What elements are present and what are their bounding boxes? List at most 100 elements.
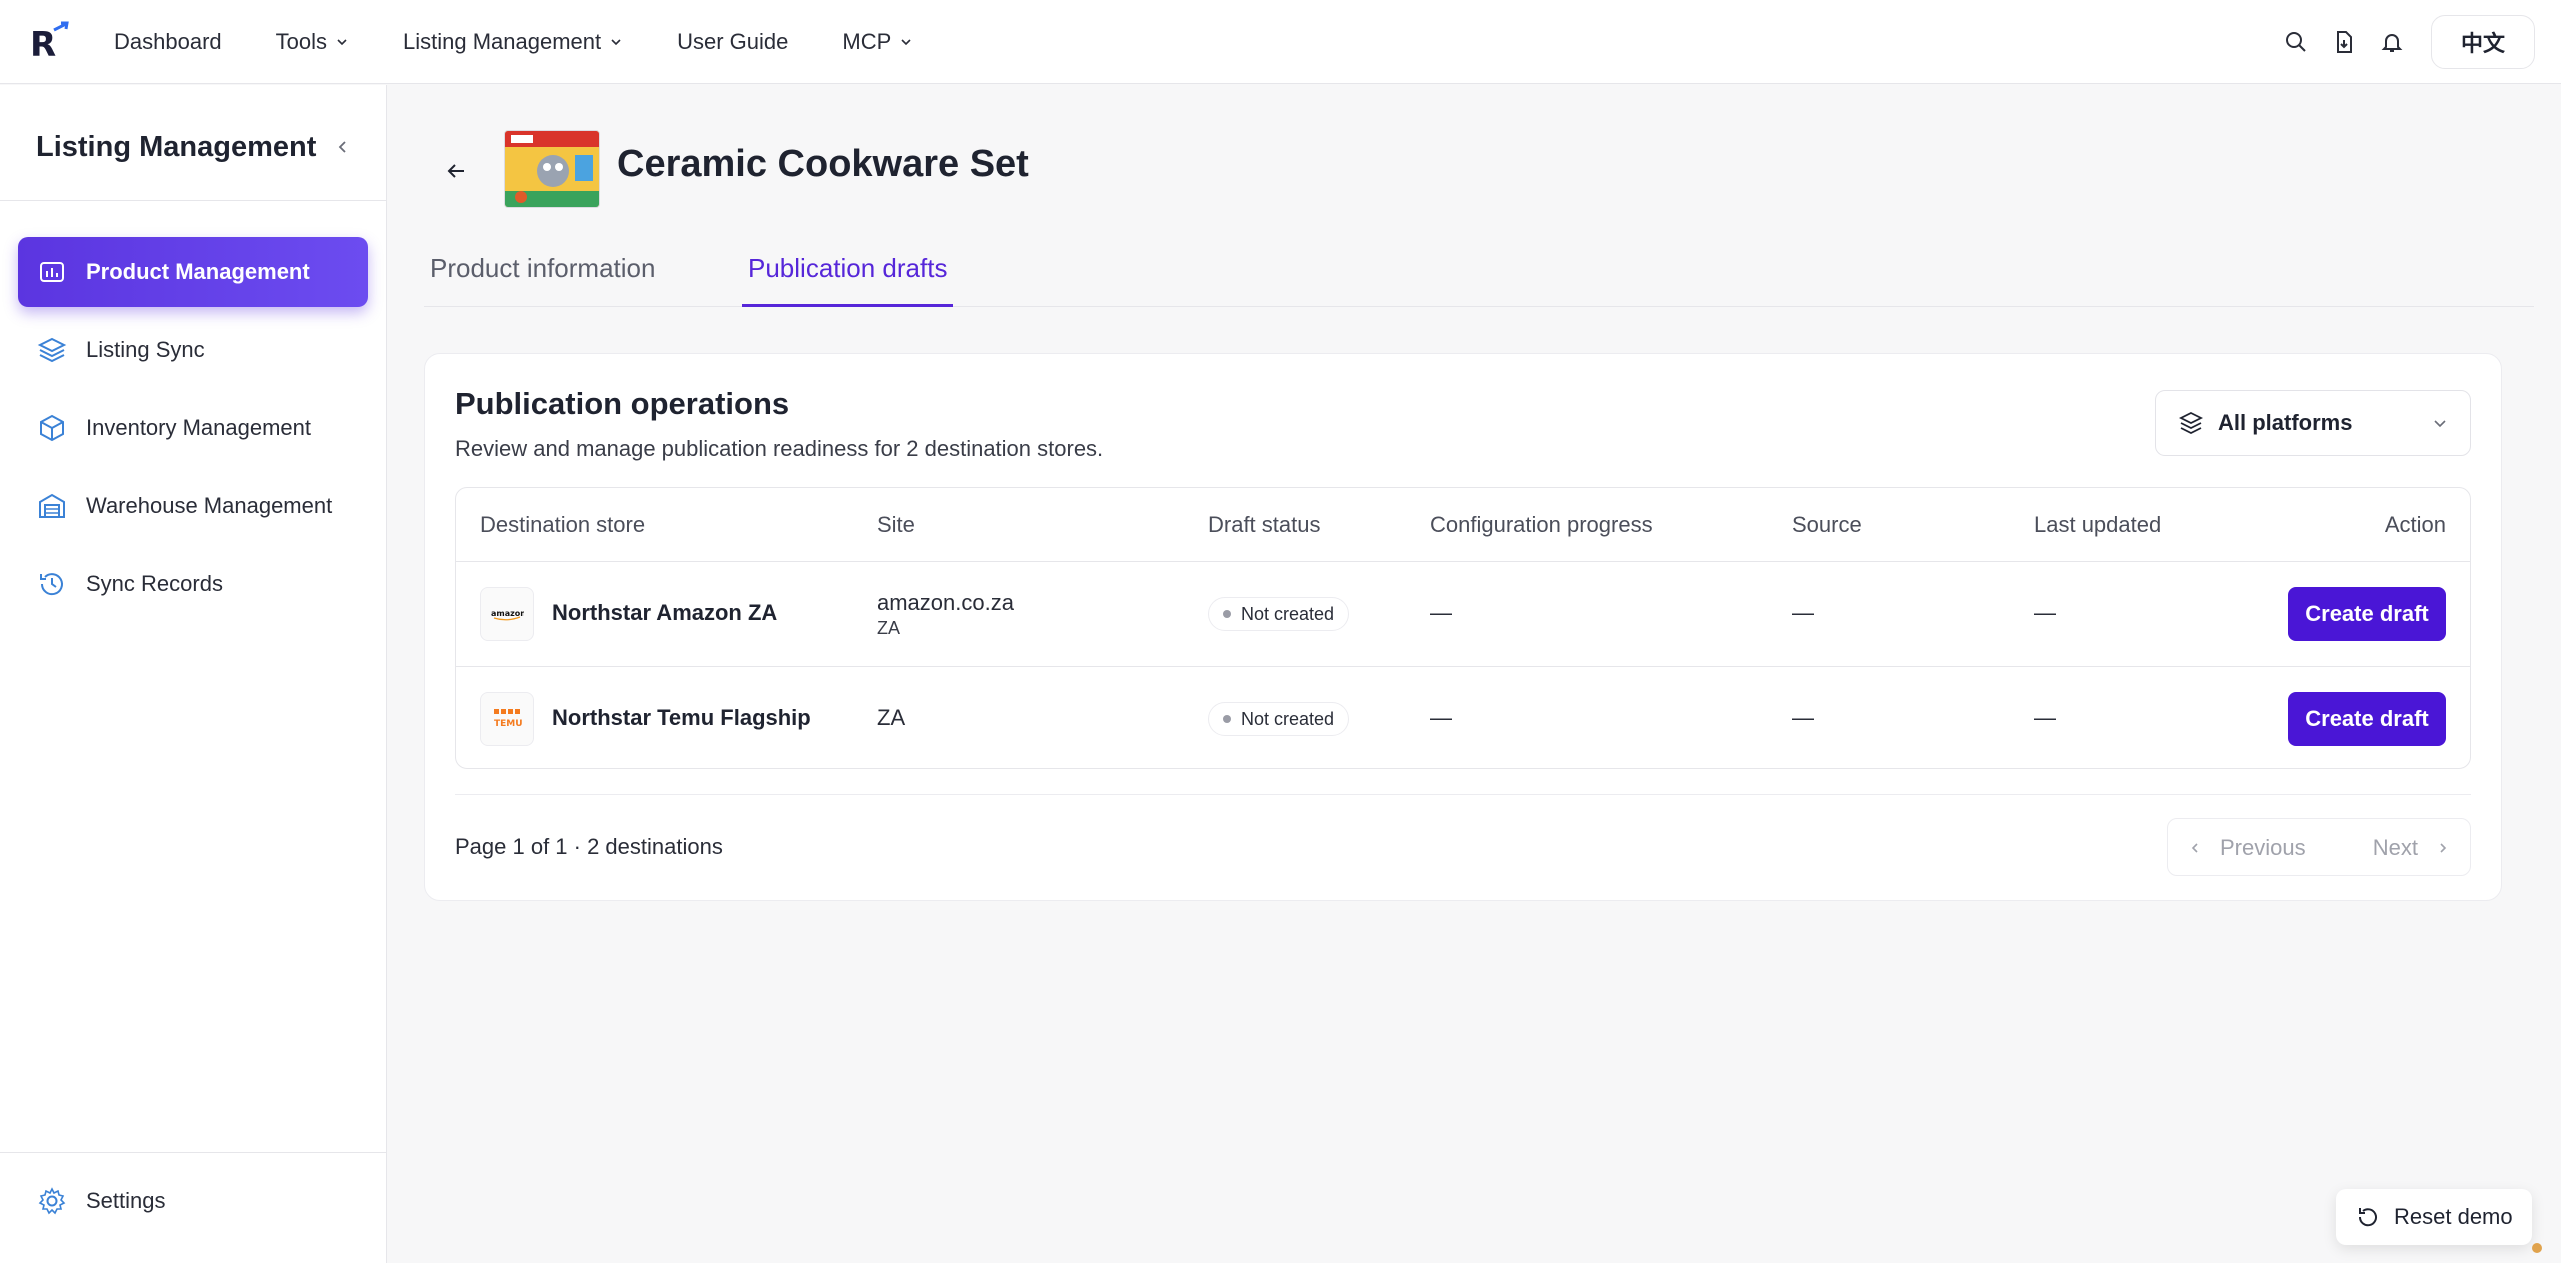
platform-filter-select[interactable]: All platforms [2155,390,2471,456]
card-divider [455,794,2471,795]
last-updated-value: — [2034,705,2056,730]
nav-dashboard-label: Dashboard [114,29,222,54]
nav-tools[interactable]: Tools [276,29,349,55]
amazon-logo-icon: amazon [480,587,534,641]
language-toggle-button[interactable]: 中文 [2431,15,2535,69]
publication-operations-card: Publication operations Review and manage… [424,353,2502,901]
nav-mcp[interactable]: MCP [842,29,913,55]
status-badge: Not created [1208,597,1350,631]
sidebar-item-listing-sync[interactable]: Listing Sync [18,315,368,385]
search-icon[interactable] [2283,29,2309,55]
tab-publication-drafts[interactable]: Publication drafts [742,253,954,307]
chevron-down-icon [611,39,621,46]
bell-icon[interactable] [2379,29,2405,55]
back-arrow-icon[interactable] [440,155,472,187]
next-page-button[interactable]: Next [2373,835,2450,861]
sidebar-item-settings[interactable]: Settings [36,1185,166,1217]
site-region: ZA [877,618,901,638]
history-icon [36,568,68,600]
sidebar-item-warehouse-management[interactable]: Warehouse Management [18,471,368,541]
source-value: — [1792,600,1814,625]
nav-dashboard[interactable]: Dashboard [114,29,222,55]
warehouse-icon [36,490,68,522]
store-name: Northstar Temu Flagship [552,705,811,730]
sidebar-header: Listing Management [36,125,356,169]
reset-demo-button[interactable]: Reset demo [2336,1189,2532,1245]
document-download-icon[interactable] [2331,29,2357,55]
sidebar-item-label: Product Management [86,259,310,284]
layers-icon [2178,410,2204,436]
create-draft-button[interactable]: Create draft [2288,587,2446,641]
main-content: Ceramic Cookware Set Product information… [388,85,2561,1263]
chevron-down-icon [901,39,911,46]
nav-user-guide[interactable]: User Guide [677,29,788,55]
create-draft-button[interactable]: Create draft [2288,692,2446,746]
sidebar-item-label: Sync Records [86,571,223,596]
table-header: Destination store Site Draft status Conf… [456,488,2470,562]
column-header: Configuration progress [1430,512,1653,537]
app-logo[interactable]: R [28,20,72,65]
store-name: Northstar Amazon ZA [552,600,778,625]
destinations-table: Destination store Site Draft status Conf… [455,487,2471,769]
next-label: Next [2372,835,2418,860]
pagination-controls: Previous Next [2167,818,2471,876]
nav-listing-management[interactable]: Listing Management [403,29,623,55]
sidebar-item-label: Warehouse Management [86,493,333,518]
card-subtitle: Review and manage publication readiness … [455,436,1104,461]
svg-text:amazon: amazon [491,609,524,618]
sidebar: Listing Management Product Management Li… [0,85,387,1263]
svg-text:R: R [30,25,56,64]
platform-filter-value: All platforms [2218,410,2353,435]
nav-tools-label: Tools [275,29,327,54]
sidebar-item-sync-records[interactable]: Sync Records [18,549,368,619]
reset-demo-label: Reset demo [2394,1204,2513,1229]
reset-icon [2356,1205,2380,1229]
status-badge: Not created [1208,702,1350,736]
settings-label: Settings [86,1188,166,1213]
box-icon [36,412,68,444]
column-header: Source [1792,512,1862,537]
column-header: Site [877,512,915,537]
column-header: Destination store [480,512,646,537]
page-title: Ceramic Cookware Set [617,143,1029,185]
config-progress-value: — [1430,705,1452,730]
svg-text:TEMU: TEMU [494,719,523,729]
status-indicator-dot [2532,1243,2542,1253]
top-navigation: R Dashboard Tools Listing Management Use… [0,0,2561,84]
last-updated-value: — [2034,600,2056,625]
site-domain: amazon.co.za [877,590,1014,615]
sidebar-item-product-management[interactable]: Product Management [18,237,368,307]
sidebar-item-inventory-management[interactable]: Inventory Management [18,393,368,463]
sidebar-bottom-divider [0,1152,387,1153]
status-dot [1223,715,1231,723]
table-row: amazon Northstar Amazon ZA amazon.co.za … [456,562,2470,666]
gear-icon [36,1185,68,1217]
status-dot [1223,610,1231,618]
product-chart-icon [36,256,68,288]
column-header: Draft status [1208,512,1321,537]
tab-product-information[interactable]: Product information [424,253,661,307]
chevron-left-icon [2191,843,2198,853]
column-header: Last updated [2034,512,2162,537]
previous-label: Previous [2220,835,2306,860]
status-label: Not created [1241,708,1335,729]
chevron-down-icon [2434,420,2446,428]
chevron-down-icon [337,39,347,46]
nav-mcp-label: MCP [842,29,892,54]
tab-bar: Product information Publication drafts [424,253,2534,307]
sidebar-item-label: Inventory Management [86,415,312,440]
product-thumbnail [504,130,600,208]
previous-page-button[interactable]: Previous [2188,835,2306,861]
layers-icon [36,334,68,366]
table-row: TEMU Northstar Temu Flagship ZA Not crea… [456,666,2470,768]
source-value: — [1792,705,1814,730]
nav-user-guide-label: User Guide [677,29,789,54]
chevron-left-icon[interactable] [334,138,352,156]
temu-logo-icon: TEMU [480,692,534,746]
nav-listing-management-label: Listing Management [403,29,602,54]
sidebar-title: Listing Management [36,130,317,163]
site-region: ZA [877,705,906,730]
column-header: Action [2384,512,2446,537]
status-label: Not created [1241,603,1335,624]
config-progress-value: — [1430,600,1452,625]
